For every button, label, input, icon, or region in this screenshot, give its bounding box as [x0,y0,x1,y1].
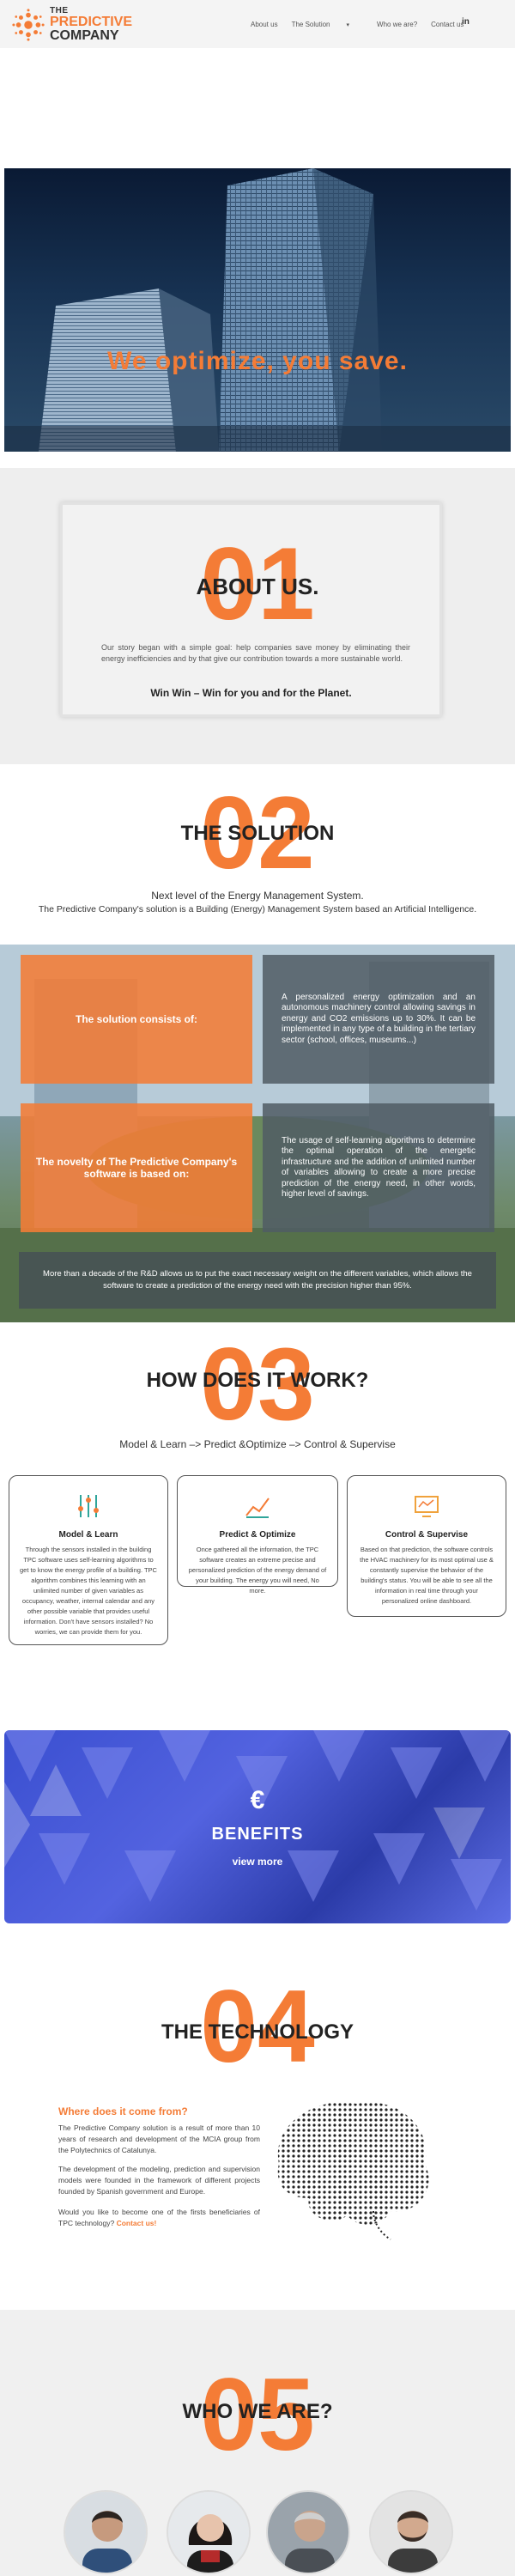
logo-dots-icon [12,9,45,41]
site-header: THE PREDICTIVE COMPANY About us The Solu… [0,0,515,48]
technology-title: THE TECHNOLOGY [161,2020,354,2044]
team-member-photo [168,2492,249,2573]
how-title: HOW DOES IT WORK? [146,1369,369,1392]
team-member-photo [65,2492,146,2573]
how-subtitle: Model & Learn –> Predict &Optimize –> Co… [119,1438,396,1450]
brand-logo[interactable]: THE PREDICTIVE COMPANY [12,7,132,43]
technology-paragraph-3: Would you like to become one of the firs… [58,2207,260,2229]
nav-about-us[interactable]: About us [251,21,278,28]
solution-description: The Predictive Company's solution is a B… [38,904,477,914]
hero-banner: We optimize, you save. [4,168,511,452]
benefits-view-more-link[interactable]: view more [4,1856,511,1868]
about-tagline: Win Win – Win for you and for the Planet… [150,687,352,699]
card-control-supervise-text: Based on that prediction, the software c… [360,1546,494,1605]
brain-network-image [277,2102,429,2240]
avatar[interactable] [266,2490,350,2574]
benefits-banner[interactable]: € BENEFITS view more [4,1730,511,1923]
page: THE PREDICTIVE COMPANY About us The Solu… [0,0,515,2576]
nav-contact-us[interactable]: Contact us [431,21,464,28]
logo-wordmark: THE PREDICTIVE COMPANY [50,7,132,43]
card-predict-optimize-text: Once gathered all the information, the T… [188,1546,327,1595]
card-predict-optimize: Predict & Optimize Once gathered all the… [177,1475,338,1595]
avatar[interactable] [64,2490,148,2574]
hero-title: We optimize, you save. [107,347,408,375]
logo-predictive: PREDICTIVE [50,15,133,29]
contact-us-link[interactable]: Contact us! [117,2219,157,2227]
card-predict-optimize-title: Predict & Optimize [219,1530,296,1540]
solution-novelty-text: The usage of self-learning algorithms to… [263,1103,494,1232]
team-member-photo [371,2492,451,2573]
chart-icon [245,1498,270,1518]
about-title: ABOUT US. [196,574,319,599]
technology-paragraph-2: The development of the modeling, predict… [58,2165,260,2196]
technology-question: Where does it come from? [58,2105,188,2117]
solution-consists-text: A personalized energy optimization and a… [263,955,494,1084]
card-control-supervise-title: Control & Supervise [385,1530,469,1540]
benefits-title: BENEFITS [211,1825,304,1844]
solution-subtitle: Next level of the Energy Management Syst… [151,890,364,902]
sliders-icon [78,1495,99,1517]
solution-rnd-text: More than a decade of the R&D allows us … [19,1252,496,1309]
main-nav: About us The Solution ▾ Who we are? Conta… [251,21,477,28]
euro-icon: € [250,1786,265,1814]
card-control-supervise: Control & Supervise Based on that predic… [347,1475,506,1617]
nav-the-solution-label: The Solution [291,21,330,28]
card-model-learn-text: Through the sensors installed in the bui… [20,1546,157,1636]
card-model-learn: Model & Learn Through the sensors instal… [9,1475,168,1645]
team-member-photo [268,2492,348,2573]
solution-novelty-label: The novelty of The Predictive Company's … [21,1103,252,1232]
skyscraper-image [4,168,511,452]
monitor-icon [415,1496,439,1517]
nav-who-we-are[interactable]: Who we are? [377,21,417,28]
technology-paragraph-1: The Predictive Company solution is a res… [58,2123,260,2154]
logo-company: COMPANY [50,28,119,43]
avatar[interactable] [167,2490,251,2574]
solution-consists-label: The solution consists of: [21,955,252,1084]
chevron-down-icon: ▾ [346,22,350,28]
technology-paragraph-3-text: Would you like to become one of the firs… [58,2208,260,2227]
nav-the-solution[interactable]: The Solution ▾ [292,21,363,28]
solution-title: THE SOLUTION [180,822,335,845]
card-model-learn-title: Model & Learn [58,1530,118,1540]
about-text: Our story began with a simple goal: help… [101,643,410,663]
linkedin-icon[interactable]: in [462,17,470,27]
who-title: WHO WE ARE? [182,2400,333,2423]
avatar[interactable] [369,2490,453,2574]
